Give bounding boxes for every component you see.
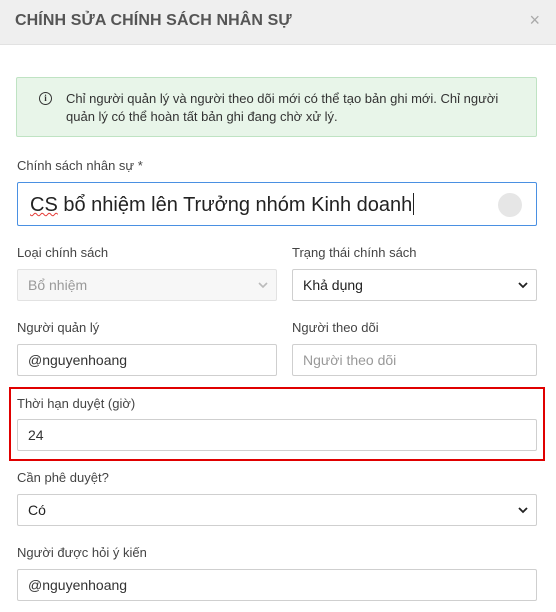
policy-type-select[interactable]: Bổ nhiệm [17,269,277,301]
follower-input[interactable]: Người theo dõi [292,344,537,376]
approval-deadline-label: Thời hạn duyệt (giờ) [17,396,136,411]
info-icon: i [39,92,52,105]
needs-approval-value: Có [28,502,46,518]
policy-type-value: Bổ nhiệm [28,277,88,293]
policy-label: Chính sách nhân sự * [17,158,143,173]
alert-text: Chỉ người quản lý và người theo dõi mới … [66,91,499,124]
policy-prefix: CS [30,194,58,216]
dialog-header: CHÍNH SỬA CHÍNH SÁCH NHÂN SỰ × [0,0,556,45]
policy-type-label: Loại chính sách [17,245,109,260]
manager-input[interactable]: @nguyenhoang [17,344,277,376]
follower-label: Người theo dõi [292,320,379,335]
policy-status-value: Khả dụng [303,277,363,293]
policy-input-value: CS bổ nhiệm lên Trưởng nhóm Kinh doanh [30,193,415,217]
text-caret [413,193,415,215]
manager-label: Người quản lý [17,320,100,335]
chevron-down-icon [518,282,528,289]
policy-input[interactable]: CS bổ nhiệm lên Trưởng nhóm Kinh doanh [17,182,537,226]
info-alert: i Chỉ người quản lý và người theo dõi mớ… [16,77,537,137]
dialog-title: CHÍNH SỬA CHÍNH SÁCH NHÂN SỰ [15,12,292,29]
consultee-label: Người được hỏi ý kiến [17,545,147,560]
chevron-down-icon [258,282,268,289]
approval-deadline-input[interactable]: 24 [17,419,537,451]
chevron-down-icon [518,507,528,514]
policy-rest: bổ nhiệm lên Trưởng nhóm Kinh doanh [57,194,413,216]
consultee-input[interactable]: @nguyenhoang [17,569,537,601]
clear-button[interactable] [498,193,522,217]
needs-approval-select[interactable]: Có [17,494,537,526]
close-icon[interactable]: × [529,11,540,29]
policy-status-label: Trạng thái chính sách [292,245,417,260]
policy-status-select[interactable]: Khả dụng [292,269,537,301]
needs-approval-label: Cần phê duyệt? [17,470,109,485]
